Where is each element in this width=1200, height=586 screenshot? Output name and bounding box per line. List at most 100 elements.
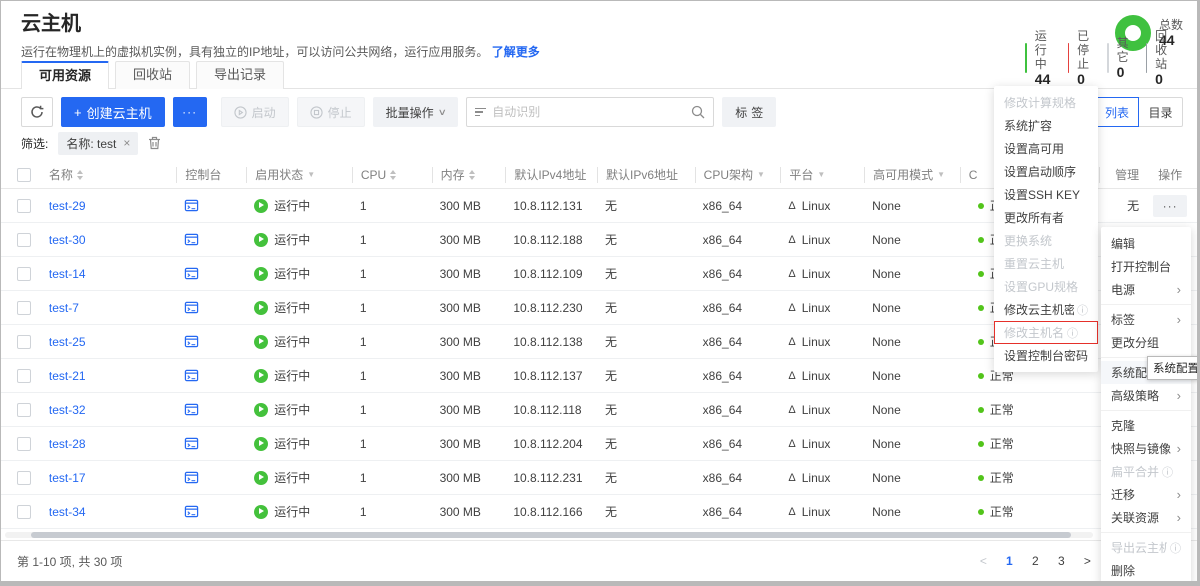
- stat-item: 回收站0: [1146, 29, 1169, 87]
- search-input[interactable]: [492, 105, 685, 119]
- row-checkbox[interactable]: [17, 471, 31, 485]
- create-vm-button[interactable]: + 创建云主机: [61, 97, 165, 127]
- refresh-button[interactable]: [21, 97, 53, 127]
- filter-funnel-icon[interactable]: ▼: [307, 170, 315, 179]
- select-all-checkbox[interactable]: [17, 168, 31, 182]
- menu-item-设置GPU规格[interactable]: 设置GPU规格: [994, 275, 1098, 298]
- console-icon[interactable]: [184, 266, 199, 281]
- filter-funnel-icon[interactable]: ▼: [937, 170, 945, 179]
- console-icon[interactable]: [184, 402, 199, 417]
- console-icon[interactable]: [184, 198, 199, 213]
- ipv6-value: 无: [605, 503, 617, 520]
- menu-item-更改所有者[interactable]: 更改所有者: [994, 206, 1098, 229]
- console-icon[interactable]: [184, 368, 199, 383]
- filter-chip[interactable]: 名称: test ×: [58, 132, 138, 155]
- console-icon[interactable]: [184, 470, 199, 485]
- tab-导出记录[interactable]: 导出记录: [196, 61, 284, 89]
- view-list-button[interactable]: 列表: [1095, 97, 1139, 127]
- sort-icon[interactable]: [77, 170, 83, 180]
- menu-item-设置启动顺序[interactable]: 设置启动顺序: [994, 160, 1098, 183]
- vm-name-link[interactable]: test-14: [49, 267, 86, 281]
- menu-item-导出云主机[interactable]: 导出云主机ⓘ: [1101, 536, 1191, 559]
- console-icon[interactable]: [184, 436, 199, 451]
- menu-item-修改计算规格[interactable]: 修改计算规格: [994, 91, 1098, 114]
- menu-item-修改主机名[interactable]: 修改主机名ⓘ: [994, 321, 1098, 344]
- menu-item-高级策略[interactable]: 高级策略›: [1101, 384, 1191, 407]
- row-checkbox[interactable]: [17, 233, 31, 247]
- clear-filters-button[interactable]: [148, 136, 161, 150]
- stop-button[interactable]: 停止: [297, 97, 365, 127]
- row-checkbox[interactable]: [17, 267, 31, 281]
- menu-item-克隆[interactable]: 克隆: [1101, 414, 1191, 437]
- horizontal-scrollbar-thumb[interactable]: [31, 532, 1071, 538]
- menu-item-系统扩容[interactable]: 系统扩容: [994, 114, 1098, 137]
- chip-close-icon[interactable]: ×: [123, 136, 130, 150]
- create-more-button[interactable]: ···: [173, 97, 207, 127]
- menu-item-设置高可用[interactable]: 设置高可用: [994, 137, 1098, 160]
- menu-item-修改云主机密码[interactable]: 修改云主机密码ⓘ: [994, 298, 1098, 321]
- console-icon[interactable]: [184, 232, 199, 247]
- col-label: CPU: [361, 168, 386, 182]
- next-page-button[interactable]: >: [1076, 549, 1098, 573]
- menu-item-快照与镜像[interactable]: 快照与镜像›: [1101, 437, 1191, 460]
- cpu-value: 1: [360, 369, 367, 383]
- menu-item-电源[interactable]: 电源›: [1101, 278, 1191, 301]
- menu-item-迁移[interactable]: 迁移›: [1101, 483, 1191, 506]
- menu-item-设置控制台密码[interactable]: 设置控制台密码: [994, 344, 1098, 367]
- menu-item-更换系统[interactable]: 更换系统: [994, 229, 1098, 252]
- menu-item-设置SSH KEY[interactable]: 设置SSH KEY: [994, 183, 1098, 206]
- vm-name-link[interactable]: test-21: [49, 369, 86, 383]
- health-dot-icon: [978, 305, 984, 311]
- menu-item-更改分组[interactable]: 更改分组: [1101, 331, 1191, 354]
- horizontal-scrollbar-track[interactable]: [5, 532, 1093, 538]
- row-checkbox[interactable]: [17, 369, 31, 383]
- menu-item-关联资源[interactable]: 关联资源›: [1101, 506, 1191, 529]
- ipv4-value: 10.8.112.118: [513, 403, 581, 417]
- learn-more-link[interactable]: 了解更多: [492, 45, 540, 59]
- row-checkbox[interactable]: [17, 403, 31, 417]
- console-icon[interactable]: [184, 504, 199, 519]
- start-button[interactable]: 启动: [221, 97, 289, 127]
- menu-item-重置云主机[interactable]: 重置云主机: [994, 252, 1098, 275]
- search-icon[interactable]: [691, 105, 705, 119]
- menu-item-删除[interactable]: 删除: [1101, 559, 1191, 582]
- row-actions-button[interactable]: ···: [1153, 195, 1187, 217]
- row-checkbox[interactable]: [17, 335, 31, 349]
- menu-item-label: 设置启动顺序: [1004, 163, 1076, 180]
- vm-name-link[interactable]: test-29: [49, 199, 86, 213]
- page-button-1[interactable]: 1: [998, 549, 1020, 573]
- vm-name-link[interactable]: test-7: [49, 301, 79, 315]
- vm-name-link[interactable]: test-30: [49, 233, 86, 247]
- row-checkbox[interactable]: [17, 437, 31, 451]
- menu-item-编辑[interactable]: 编辑: [1101, 232, 1191, 255]
- prev-page-button[interactable]: <: [972, 549, 994, 573]
- menu-item-扁平合并[interactable]: 扁平合并ⓘ: [1101, 460, 1191, 483]
- batch-actions-button[interactable]: 批量操作 ∨: [373, 97, 459, 127]
- filter-funnel-icon[interactable]: ▼: [757, 170, 765, 179]
- cpu-value: 1: [360, 437, 367, 451]
- vm-name-link[interactable]: test-17: [49, 471, 86, 485]
- menu-item-label: 修改主机名: [1004, 324, 1064, 341]
- console-icon[interactable]: [184, 300, 199, 315]
- ha-mode-value: None: [872, 301, 901, 315]
- tag-button[interactable]: 标签: [722, 97, 776, 127]
- page-button-2[interactable]: 2: [1024, 549, 1046, 573]
- row-checkbox[interactable]: [17, 505, 31, 519]
- page-button-3[interactable]: 3: [1050, 549, 1072, 573]
- sort-icon[interactable]: [390, 170, 396, 180]
- vm-name-link[interactable]: test-32: [49, 403, 86, 417]
- tab-回收站[interactable]: 回收站: [115, 61, 190, 89]
- console-icon[interactable]: [184, 334, 199, 349]
- filter-funnel-icon[interactable]: ▼: [817, 170, 825, 179]
- row-checkbox[interactable]: [17, 301, 31, 315]
- vm-name-link[interactable]: test-28: [49, 437, 86, 451]
- menu-item-标签[interactable]: 标签›: [1101, 308, 1191, 331]
- row-checkbox[interactable]: [17, 199, 31, 213]
- info-icon: ⓘ: [1170, 540, 1181, 556]
- sort-icon[interactable]: [469, 170, 475, 180]
- menu-item-打开控制台[interactable]: 打开控制台: [1101, 255, 1191, 278]
- view-dir-button[interactable]: 目录: [1139, 97, 1183, 127]
- vm-name-link[interactable]: test-25: [49, 335, 86, 349]
- vm-name-link[interactable]: test-34: [49, 505, 86, 519]
- tab-可用资源[interactable]: 可用资源: [21, 61, 109, 89]
